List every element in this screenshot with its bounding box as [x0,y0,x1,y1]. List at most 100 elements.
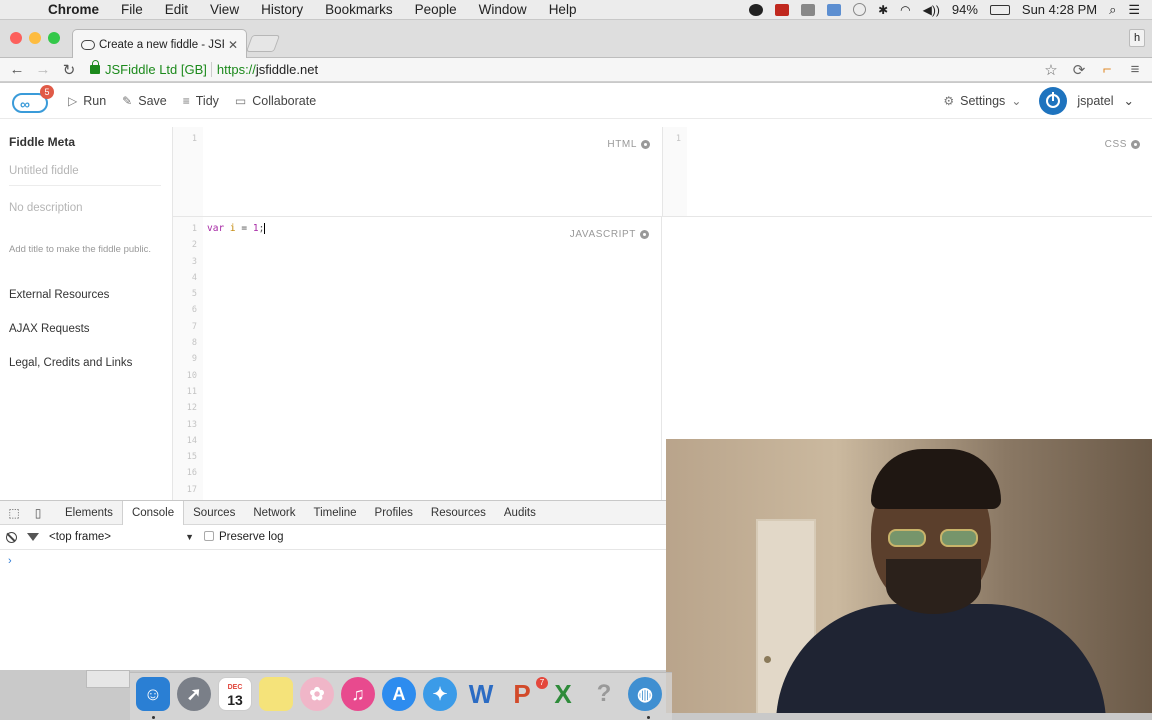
avatar [1039,86,1068,115]
tab-network[interactable]: Network [244,501,304,525]
sidebar-item-external-resources[interactable]: External Resources [9,289,170,301]
menu-help[interactable]: Help [549,2,577,17]
js-code-line[interactable]: var i = 1; [207,221,266,237]
macos-dock: ☺ ➚ DEC 13 ✿ ♫ A 7 ✦ W P X ? ◍ [130,672,672,720]
sidebar-item-legal-credits[interactable]: Legal, Credits and Links [9,357,170,369]
itunes-icon[interactable]: ♫ [341,677,375,711]
battery-icon[interactable] [989,4,1010,15]
chat-icon: ▭ [234,93,247,108]
line-number: 12 [186,403,197,414]
preserve-log-checkbox[interactable]: Preserve log [204,531,284,543]
tab-elements[interactable]: Elements [56,501,122,525]
fiddle-title-field[interactable]: Untitled fiddle [9,149,161,186]
unknown-app-icon[interactable]: ? [587,677,621,711]
ev-certificate-badge[interactable]: JSFiddle Ltd [GB] [90,60,212,77]
tab-resources[interactable]: Resources [422,501,495,525]
notes-icon[interactable] [259,677,293,711]
console-prompt[interactable]: › [0,550,666,572]
line-number: 3 [191,256,197,267]
photos-icon[interactable]: ✿ [300,677,334,711]
battery-percent[interactable]: 94% [952,2,978,17]
console-toolbar: <top frame> ▼ Preserve log [0,525,666,550]
menu-history[interactable]: History [261,2,303,17]
app-tray-icon[interactable] [827,3,842,16]
js-panel-label[interactable]: JAVASCRIPT [570,229,649,240]
safari-icon[interactable]: ✦ [423,677,457,711]
menu-window[interactable]: Window [479,2,527,17]
filter-icon[interactable] [27,533,39,541]
tidy-button[interactable]: ≡ Tidy [183,94,219,108]
profile-button[interactable]: h [1129,29,1145,47]
powerpoint-icon[interactable]: P [505,677,539,711]
tab-sources[interactable]: Sources [184,501,244,525]
inspect-element-icon[interactable]: ⬚ [2,506,26,520]
forward-arrow-icon[interactable]: → [30,61,56,78]
collaborate-button[interactable]: ▭ Collaborate [235,94,316,108]
line-number: 15 [186,452,197,463]
tab-profiles[interactable]: Profiles [366,501,422,525]
sidebar-item-ajax-requests[interactable]: AJAX Requests [9,323,170,335]
save-button[interactable]: ✎ Save [122,94,167,108]
wifi-icon[interactable]: ◠ [900,3,910,17]
tab-audits[interactable]: Audits [495,501,545,525]
chevron-down-icon: ⌄ [1123,94,1134,108]
new-tab-button[interactable] [245,35,281,52]
time-machine-icon[interactable] [853,3,867,16]
volume-icon[interactable]: ◀)) [923,3,940,17]
menu-app-name[interactable]: Chrome [48,2,99,17]
menu-file[interactable]: File [121,2,143,17]
notification-center-icon[interactable]: ☰ [1128,2,1140,18]
word-icon[interactable]: W [464,677,498,711]
bluetooth-icon[interactable]: ✱ [878,3,888,17]
screen-capture-icon[interactable] [801,3,816,16]
browser-tab-active[interactable]: Create a new fiddle - JSFiddle ✕ [72,29,247,59]
excel-icon[interactable]: X [546,677,580,711]
jsfiddle-logo[interactable]: ∞ 5 [12,84,54,115]
run-button[interactable]: ▷ Run [68,94,106,108]
glasses-lens-left [888,529,926,547]
url-text[interactable]: https://jsfiddle.net [217,62,318,77]
creative-cloud-icon[interactable] [749,3,764,16]
gear-icon [1131,140,1140,149]
html-panel-label[interactable]: HTML [607,139,650,150]
close-window-button[interactable] [10,32,22,44]
clock[interactable]: Sun 4:28 PM [1022,2,1097,17]
javascript-panel[interactable]: 1 2 3 4 5 6 7 8 9 10 11 12 13 14 15 16 1… [172,217,662,500]
finder-icon[interactable]: ☺ [136,677,170,711]
header-right: ⚙ Settings ⌄ jspatel ⌄ [943,86,1152,115]
calendar-icon[interactable]: DEC 13 [218,677,252,711]
extension-icon[interactable]: ⌐ [1098,61,1116,78]
bookmark-star-icon[interactable]: ☆ [1042,61,1060,79]
network-app-icon[interactable]: ◍ [628,677,662,711]
tab-timeline[interactable]: Timeline [305,501,366,525]
chrome-menu-icon[interactable]: ≡ [1126,61,1144,78]
line-number: 10 [186,370,197,381]
fiddle-description-field[interactable]: No description [9,186,161,222]
spotlight-search-icon[interactable]: ⌕ [1109,2,1116,18]
recording-icon[interactable] [775,3,790,16]
css-panel[interactable]: 1 CSS [662,127,1152,217]
devtools-panel: ⬚ ▯ Elements Console Sources Network Tim… [0,500,666,670]
close-tab-icon[interactable]: ✕ [228,38,238,52]
menu-bookmarks[interactable]: Bookmarks [325,2,393,17]
frame-selector[interactable]: <top frame> ▼ [49,531,194,543]
user-menu[interactable]: jspatel ⌄ [1039,86,1134,115]
settings-dropdown[interactable]: ⚙ Settings ⌄ [943,94,1021,108]
menu-people[interactable]: People [415,2,457,17]
zoom-window-button[interactable] [48,32,60,44]
gear-icon: ⚙ [943,93,955,108]
address-bar[interactable]: JSFiddle Ltd [GB] https://jsfiddle.net [90,59,1042,81]
back-arrow-icon[interactable]: ← [4,61,30,78]
app-store-icon[interactable]: A [382,677,416,711]
device-mode-icon[interactable]: ▯ [26,506,50,520]
launchpad-icon[interactable]: ➚ [177,677,211,711]
sync-extension-icon[interactable]: ⟳ [1070,61,1088,79]
html-panel[interactable]: 1 HTML [172,127,662,217]
css-panel-label[interactable]: CSS [1105,139,1140,150]
menu-view[interactable]: View [210,2,239,17]
tab-console[interactable]: Console [121,500,185,525]
reload-icon[interactable]: ↻ [56,61,82,79]
minimize-window-button[interactable] [29,32,41,44]
clear-console-icon[interactable] [6,531,17,543]
menu-edit[interactable]: Edit [165,2,188,17]
